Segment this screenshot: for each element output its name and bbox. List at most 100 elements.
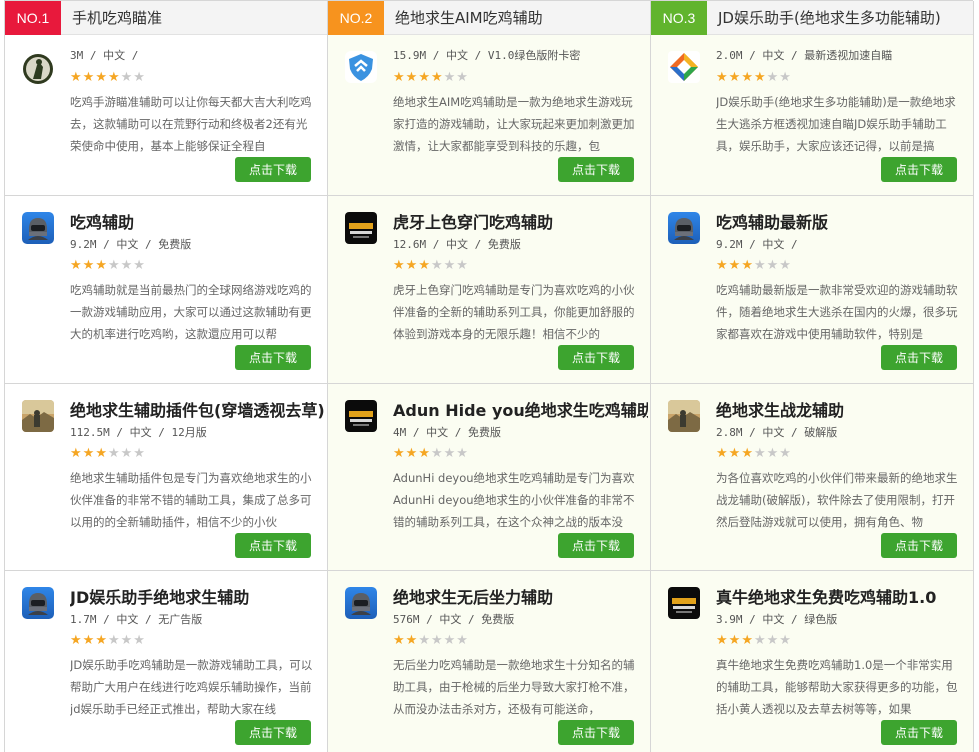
rating-stars: ★ ★ ★ ★ ★ ★: [716, 447, 791, 460]
star-empty-icon: ★: [120, 258, 133, 273]
star-filled-icon: ★: [393, 258, 405, 273]
rating-stars: ★ ★ ★ ★ ★ ★: [393, 447, 468, 460]
star-empty-icon: ★: [779, 633, 791, 648]
app-list-grid: NO.1 手机吃鸡瞄准 3M / 中文 / ★ ★ ★ ★ ★ ★ 吃鸡手游瞄准辅助可以让…: [4, 0, 974, 752]
app-title[interactable]: JD娱乐助手(绝地求生多功能辅助): [718, 7, 941, 28]
app-meta: 1.7M / 中文 / 无广告版: [70, 613, 203, 626]
star-filled-icon: ★: [95, 70, 107, 85]
star-filled-icon: ★: [728, 70, 741, 85]
star-empty-icon: ★: [456, 446, 468, 461]
star-filled-icon: ★: [82, 446, 95, 461]
star-empty-icon: ★: [107, 446, 120, 461]
star-filled-icon: ★: [741, 70, 753, 85]
helmet-icon[interactable]: [22, 587, 54, 619]
star-filled-icon: ★: [716, 633, 728, 648]
star-filled-icon: ★: [107, 70, 120, 85]
star-empty-icon: ★: [120, 70, 133, 85]
app-title[interactable]: 绝地求生AIM吃鸡辅助: [395, 7, 543, 28]
download-button[interactable]: 点击下载: [558, 345, 634, 370]
rating-stars: ★ ★ ★ ★ ★ ★: [70, 259, 145, 272]
helmet-icon[interactable]: [668, 212, 700, 244]
app-title[interactable]: 手机吃鸡瞄准: [72, 7, 162, 28]
star-filled-icon: ★: [741, 633, 753, 648]
download-button[interactable]: 点击下载: [235, 720, 311, 745]
app-title[interactable]: 吃鸡辅助最新版: [716, 209, 971, 233]
download-button[interactable]: 点击下载: [881, 720, 957, 745]
star-filled-icon: ★: [70, 446, 82, 461]
star-filled-icon: ★: [716, 446, 728, 461]
star-empty-icon: ★: [443, 446, 456, 461]
star-empty-icon: ★: [766, 633, 779, 648]
rank-header: NO.3 JD娱乐助手(绝地求生多功能辅助): [651, 1, 973, 35]
shield-icon[interactable]: [345, 51, 377, 83]
download-button[interactable]: 点击下载: [881, 157, 957, 182]
app-meta: 4M / 中文 / 免费版: [393, 426, 501, 439]
app-title[interactable]: 绝地求生无后坐力辅助: [393, 584, 648, 608]
star-empty-icon: ★: [779, 258, 791, 273]
rating-stars: ★ ★ ★ ★ ★ ★: [393, 634, 468, 647]
helmet-icon[interactable]: [345, 587, 377, 619]
rating-stars: ★ ★ ★ ★ ★ ★: [393, 71, 468, 84]
app-card: 虎牙上色穿门吃鸡辅助 12.6M / 中文 / 免费版 ★ ★ ★ ★ ★ ★ 虎牙上色穿…: [328, 196, 651, 384]
star-empty-icon: ★: [107, 258, 120, 273]
star-filled-icon: ★: [95, 633, 107, 648]
star-filled-icon: ★: [95, 258, 107, 273]
diamond-logo-icon[interactable]: [668, 51, 700, 83]
app-title[interactable]: 吃鸡辅助: [70, 209, 325, 233]
download-button[interactable]: 点击下载: [235, 157, 311, 182]
app-meta: 3.9M / 中文 / 绿色版: [716, 613, 838, 626]
game-scene-icon[interactable]: [668, 400, 700, 432]
download-button[interactable]: 点击下载: [558, 157, 634, 182]
star-filled-icon: ★: [418, 258, 430, 273]
star-empty-icon: ★: [418, 633, 430, 648]
helmet-icon[interactable]: [22, 212, 54, 244]
app-card: JD娱乐助手绝地求生辅助 1.7M / 中文 / 无广告版 ★ ★ ★ ★ ★ ★ JD娱…: [5, 571, 328, 752]
soldier-icon[interactable]: [22, 53, 54, 85]
star-empty-icon: ★: [779, 446, 791, 461]
download-button[interactable]: 点击下载: [558, 720, 634, 745]
app-title[interactable]: 真牛绝地求生免费吃鸡辅助1.0: [716, 584, 971, 608]
star-filled-icon: ★: [405, 633, 418, 648]
app-description: AdunHi deyou绝地求生吃鸡辅助是专门为喜欢AdunHi deyou绝地…: [393, 471, 635, 529]
app-card: 吃鸡辅助 9.2M / 中文 / 免费版 ★ ★ ★ ★ ★ ★ 吃鸡辅助就是当前最热门的…: [5, 196, 328, 384]
game-scene-icon[interactable]: [22, 400, 54, 432]
app-title[interactable]: 绝地求生辅助插件包(穿墙透视去草): [70, 397, 325, 421]
app-description: 真牛绝地求生免费吃鸡辅助1.0是一个非常实用的辅助工具，能够帮助大家获得更多的功…: [716, 658, 958, 716]
rating-stars: ★ ★ ★ ★ ★ ★: [716, 259, 791, 272]
star-filled-icon: ★: [405, 70, 418, 85]
star-filled-icon: ★: [418, 446, 430, 461]
download-button[interactable]: 点击下载: [558, 533, 634, 558]
app-description: JD娱乐助手吃鸡辅助是一款游戏辅助工具，可以帮助广大用户在线进行吃鸡娱乐辅助操作…: [70, 658, 313, 716]
star-filled-icon: ★: [728, 446, 741, 461]
app-description: 绝地求生AIM吃鸡辅助是一款为绝地求生游戏玩家打造的游戏辅助，让大家玩起来更加刺…: [393, 95, 635, 153]
star-empty-icon: ★: [456, 258, 468, 273]
star-filled-icon: ★: [82, 633, 95, 648]
app-description: 吃鸡辅助就是当前最热门的全球网络游戏吃鸡的一款游戏辅助应用，大家可以通过这款辅助…: [70, 283, 312, 341]
download-button[interactable]: 点击下载: [881, 533, 957, 558]
download-button[interactable]: 点击下载: [881, 345, 957, 370]
app-description: 无后坐力吃鸡辅助是一款绝地求生十分知名的辅助工具，由于枪械的后坐力导致大家打枪不…: [393, 658, 635, 716]
star-empty-icon: ★: [753, 446, 766, 461]
star-empty-icon: ★: [753, 633, 766, 648]
app-description: 为各位喜欢吃鸡的小伙伴们带来最新的绝地求生战龙辅助(破解版)，软件除去了使用限制…: [716, 471, 958, 529]
rank-header: NO.1 手机吃鸡瞄准: [5, 1, 327, 35]
star-filled-icon: ★: [741, 446, 753, 461]
pubg-logo-icon[interactable]: [345, 400, 377, 432]
star-empty-icon: ★: [133, 70, 145, 85]
app-title[interactable]: 绝地求生战龙辅助: [716, 397, 971, 421]
rank-header: NO.2 绝地求生AIM吃鸡辅助: [328, 1, 650, 35]
pubg-logo-icon[interactable]: [345, 212, 377, 244]
pubg-logo-icon[interactable]: [668, 587, 700, 619]
app-title[interactable]: Adun Hide you绝地求生吃鸡辅助: [393, 397, 648, 421]
app-description: 虎牙上色穿门吃鸡辅助是专门为喜欢吃鸡的小伙伴准备的全新的辅助系列工具，你能更加舒…: [393, 283, 635, 341]
download-button[interactable]: 点击下载: [235, 533, 311, 558]
star-filled-icon: ★: [728, 633, 741, 648]
app-card: 真牛绝地求生免费吃鸡辅助1.0 3.9M / 中文 / 绿色版 ★ ★ ★ ★ ★ ★ 真…: [651, 571, 974, 752]
app-title[interactable]: 虎牙上色穿门吃鸡辅助: [393, 209, 648, 233]
app-description: 吃鸡手游瞄准辅助可以让你每天都大吉大利吃鸡去，这款辅助可以在荒野行动和终极者2还…: [70, 95, 312, 153]
download-button[interactable]: 点击下载: [235, 345, 311, 370]
app-card: 绝地求生辅助插件包(穿墙透视去草) 112.5M / 中文 / 12月版 ★ ★ ★…: [5, 384, 328, 571]
app-title[interactable]: JD娱乐助手绝地求生辅助: [70, 584, 325, 608]
star-empty-icon: ★: [456, 633, 468, 648]
rating-stars: ★ ★ ★ ★ ★ ★: [393, 259, 468, 272]
